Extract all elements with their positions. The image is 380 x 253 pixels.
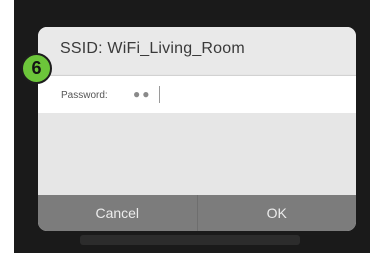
background-panel <box>80 235 300 245</box>
dialog-body <box>38 113 356 195</box>
text-cursor <box>159 86 160 103</box>
dialog-header: SSID: WiFi_Living_Room <box>38 27 356 74</box>
password-input[interactable]: ●● <box>133 87 152 101</box>
step-number-badge: 6 <box>21 53 52 84</box>
dialog-button-bar: Cancel OK <box>38 195 356 231</box>
password-field[interactable]: Password: ●● <box>38 75 356 114</box>
ok-button[interactable]: OK <box>198 195 357 231</box>
cancel-button[interactable]: Cancel <box>38 195 197 231</box>
password-label: Password: <box>61 90 108 101</box>
wifi-password-dialog: SSID: WiFi_Living_Room Password: ●● Canc… <box>38 27 356 231</box>
dialog-title: SSID: WiFi_Living_Room <box>60 40 245 57</box>
